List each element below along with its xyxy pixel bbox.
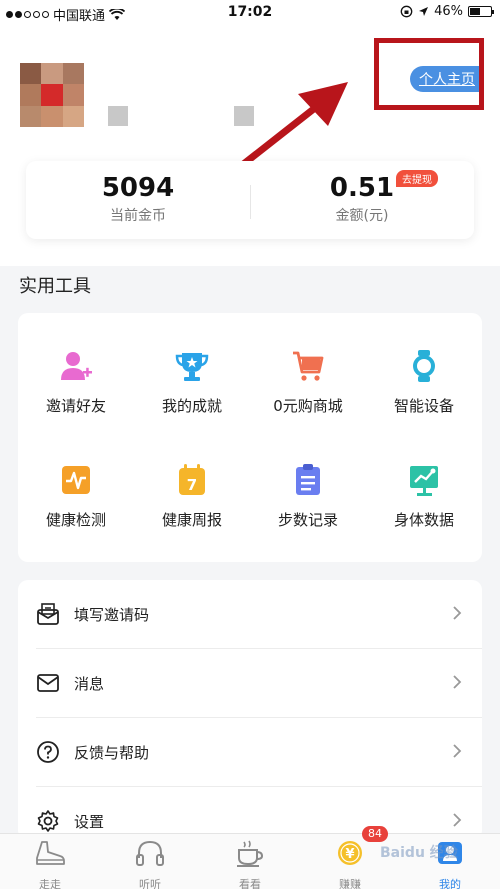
menu-item-label: 反馈与帮助 xyxy=(74,744,150,762)
coins-value: 5094 xyxy=(101,173,175,203)
tool-label: 0元购商城 xyxy=(273,397,343,415)
svg-text:¥: ¥ xyxy=(345,847,354,862)
tool-label: 身体数据 xyxy=(393,511,454,529)
chevron-right-icon xyxy=(453,744,462,758)
tab-label: 听听 xyxy=(139,878,161,889)
tool-invite-friends[interactable]: 邀请好友 xyxy=(18,349,134,449)
heart-rate-icon xyxy=(59,463,93,497)
tools-section-title: 实用工具 xyxy=(19,276,91,297)
tool-smart-devices[interactable]: 智能设备 xyxy=(366,349,482,449)
trophy-icon xyxy=(175,349,209,383)
menu-item-label: 消息 xyxy=(74,675,105,693)
annotation-highlight-box xyxy=(374,38,484,110)
mail-icon xyxy=(37,674,59,692)
tab-label: 看看 xyxy=(239,878,261,889)
help-icon xyxy=(37,741,59,763)
tool-body-data[interactable]: 身体数据 xyxy=(366,463,482,563)
menu-item-invite-code[interactable]: 填写邀请码 xyxy=(18,580,482,648)
tool-label: 智能设备 xyxy=(393,397,454,415)
tool-label: 邀请好友 xyxy=(45,397,106,415)
withdraw-badge[interactable]: 去提现 xyxy=(396,170,438,187)
profile-screen: 中国联通 17:02 46% 个人主页 5094 当前金币 0.51 金额(元)… xyxy=(0,0,500,889)
cart-icon xyxy=(291,349,325,383)
watermark: Baidu 经验 xyxy=(380,845,458,861)
menu-item-feedback-help[interactable]: 反馈与帮助 xyxy=(18,718,482,786)
tool-label: 健康周报 xyxy=(161,511,222,529)
coins-stat[interactable]: 5094 当前金币 xyxy=(26,173,250,225)
menu-item-label: 填写邀请码 xyxy=(74,606,150,624)
chevron-right-icon xyxy=(453,813,462,827)
tool-label: 步数记录 xyxy=(277,511,338,529)
calendar-icon: 7 xyxy=(175,463,209,497)
tool-label: 我的成就 xyxy=(161,397,222,415)
status-bar: 中国联通 17:02 46% xyxy=(0,0,500,26)
battery-percent: 46% xyxy=(434,4,463,19)
coin-icon: ¥ xyxy=(338,841,362,865)
tab-label: 我的 xyxy=(439,878,461,889)
avatar[interactable] xyxy=(20,63,84,127)
coins-label: 当前金币 xyxy=(110,208,166,224)
clipboard-icon xyxy=(291,463,325,497)
svg-text:7: 7 xyxy=(187,476,197,494)
amount-value: 0.51 xyxy=(329,173,395,203)
tool-my-achievements[interactable]: 我的成就 xyxy=(134,349,250,449)
menu-item-messages[interactable]: 消息 xyxy=(18,649,482,717)
chevron-right-icon xyxy=(453,606,462,620)
amount-stat[interactable]: 0.51 金额(元) xyxy=(250,173,474,225)
tool-step-records[interactable]: 步数记录 xyxy=(250,463,366,563)
coffee-icon xyxy=(237,840,264,867)
tab-walk[interactable]: 走走 xyxy=(0,838,100,889)
tool-label: 健康检测 xyxy=(45,511,106,529)
rotation-lock-icon xyxy=(400,5,413,18)
tool-health-check[interactable]: 健康检测 xyxy=(18,463,134,563)
gear-icon xyxy=(37,810,59,832)
tab-watch[interactable]: 看看 xyxy=(200,838,300,889)
invite-code-icon xyxy=(37,603,59,625)
tab-label: 走走 xyxy=(39,878,61,889)
tool-health-weekly[interactable]: 7 健康周报 xyxy=(134,463,250,563)
menu-list: 填写邀请码 消息 反馈与帮助 设置 xyxy=(18,580,482,840)
amount-label: 金额(元) xyxy=(335,208,389,224)
location-icon xyxy=(419,7,429,16)
headphones-icon xyxy=(136,840,164,866)
tab-label: 赚赚 xyxy=(339,878,361,889)
username-blurred xyxy=(108,106,128,126)
status-right: 46% xyxy=(400,4,494,19)
smartwatch-icon xyxy=(407,349,441,383)
body-chart-icon xyxy=(407,463,441,497)
tab-listen[interactable]: 听听 xyxy=(100,838,200,889)
tool-zero-yuan-mall[interactable]: 0元购商城 xyxy=(250,349,366,449)
tools-grid: 邀请好友 我的成就 0元购商城 智能设备 健康检测 7 健康周报 步数记录 身体… xyxy=(18,313,482,562)
battery-icon xyxy=(468,6,494,17)
earn-badge: 84 xyxy=(362,826,388,842)
menu-item-label: 设置 xyxy=(74,813,105,831)
shoe-icon xyxy=(36,841,65,865)
invite-friend-icon xyxy=(59,349,93,383)
chevron-right-icon xyxy=(453,675,462,689)
